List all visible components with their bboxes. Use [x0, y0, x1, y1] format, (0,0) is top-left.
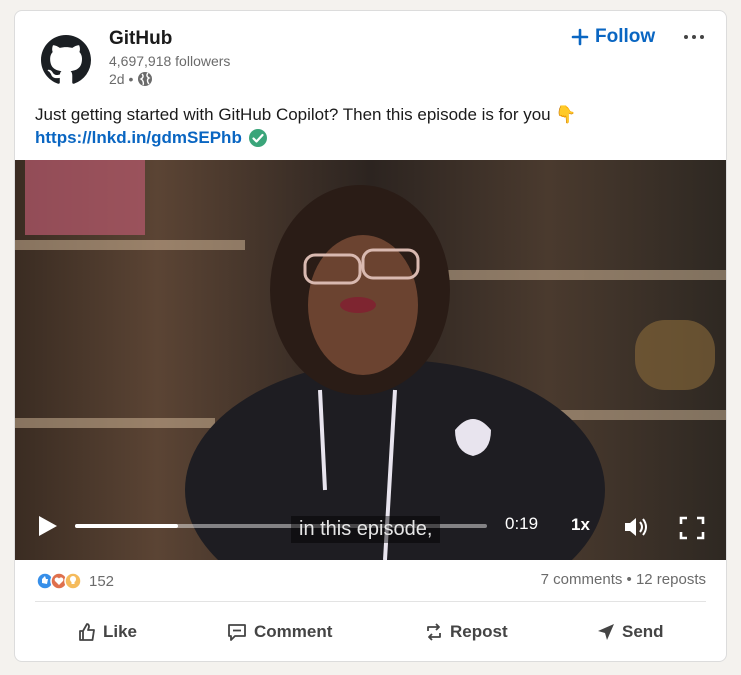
volume-icon[interactable] [623, 516, 651, 538]
reaction-count: 152 [89, 572, 115, 590]
plus-icon [571, 28, 589, 46]
thumbs-up-icon [79, 623, 95, 641]
fullscreen-icon[interactable] [679, 516, 705, 540]
post-link-row: https://lnkd.in/gdmSEPhb [35, 128, 268, 148]
post-meta: 2d • [109, 71, 153, 87]
post-time: 2d • [109, 71, 134, 87]
verified-check-icon [248, 129, 267, 147]
post-actions: Like Comment Repost Send [15, 611, 726, 653]
repost-icon [427, 623, 441, 641]
video-player[interactable]: in this episode, 0:19 1x [15, 160, 726, 560]
comment-label: Comment [254, 622, 333, 641]
video-progress-fill [75, 524, 178, 528]
post-text: Just getting started with GitHub Copilot… [35, 105, 577, 124]
send-label: Send [622, 622, 664, 641]
playback-speed-button[interactable]: 1x [571, 515, 590, 535]
more-options-button[interactable] [679, 23, 709, 51]
follow-button[interactable]: Follow [571, 23, 655, 51]
like-button[interactable]: Like [77, 617, 137, 647]
post-card: GitHub 4,697,918 followers 2d • Follow J… [14, 10, 727, 662]
ellipsis-icon [684, 35, 704, 39]
play-icon[interactable] [37, 514, 59, 538]
repost-label: Repost [450, 622, 508, 641]
github-octocat-icon [41, 35, 91, 84]
comments-reposts-count[interactable]: 7 comments • 12 reposts [541, 571, 706, 588]
author-name[interactable]: GitHub [109, 28, 172, 50]
video-caption: in this episode, [291, 516, 441, 543]
reaction-icons [36, 572, 82, 590]
globe-icon [138, 72, 153, 86]
reactions-summary[interactable]: 152 [35, 571, 114, 591]
follower-count: 4,697,918 followers [109, 53, 231, 69]
github-logo-avatar[interactable] [39, 33, 93, 87]
follow-label: Follow [595, 26, 656, 47]
repost-button[interactable]: Repost [424, 617, 508, 647]
comment-button[interactable]: Comment [226, 617, 332, 647]
comment-icon [228, 624, 246, 641]
send-button[interactable]: Send [596, 617, 664, 647]
like-label: Like [103, 622, 138, 641]
divider [35, 601, 706, 602]
post-link[interactable]: https://lnkd.in/gdmSEPhb [35, 128, 242, 148]
video-time: 0:19 [505, 514, 539, 533]
send-icon [598, 624, 614, 640]
